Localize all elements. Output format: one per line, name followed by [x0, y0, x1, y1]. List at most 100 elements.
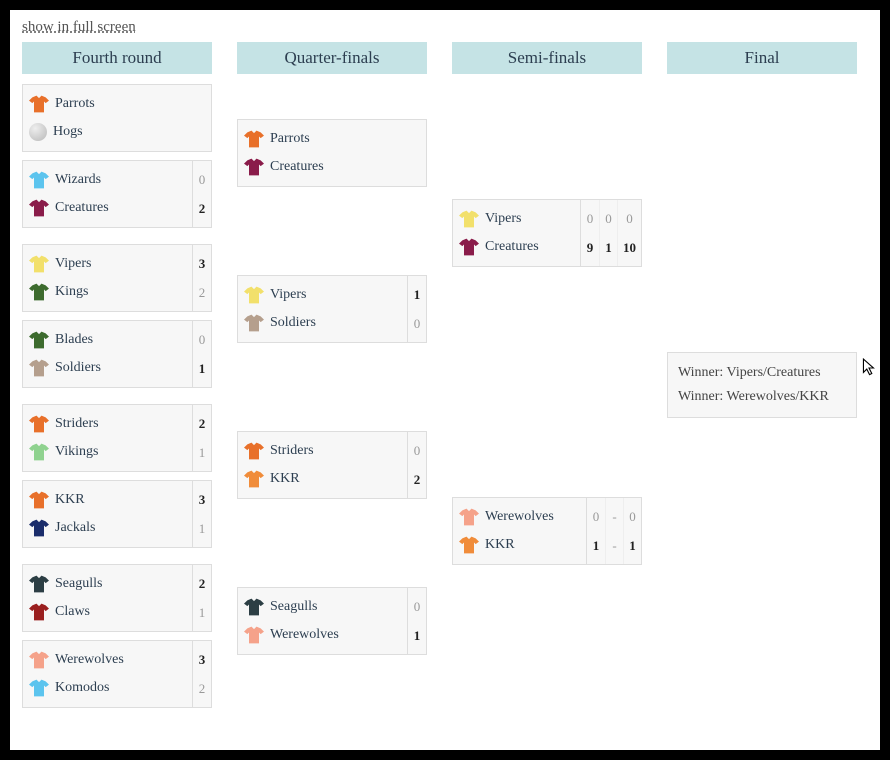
- team-row[interactable]: Werewolves: [459, 503, 580, 531]
- team-row[interactable]: Seagulls: [29, 570, 186, 598]
- team-row[interactable]: Werewolves: [29, 646, 186, 674]
- scores: 0 9 0 1 0 10: [580, 200, 641, 266]
- team-row[interactable]: KKR: [459, 531, 580, 559]
- score-col: 0 1: [623, 498, 641, 564]
- team-row[interactable]: KKR: [244, 465, 401, 493]
- team-name: Parrots: [270, 131, 310, 147]
- col-fourth-round: Fourth round Parrots Hogs Wizards Creatur…: [22, 42, 212, 724]
- jersey-icon: [244, 598, 264, 616]
- round-header: Fourth round: [22, 42, 212, 74]
- jersey-icon: [244, 286, 264, 304]
- team-name: KKR: [55, 492, 85, 508]
- score-col: 0 1: [599, 200, 617, 266]
- team-row[interactable]: Werewolves: [244, 621, 401, 649]
- match-card[interactable]: Striders KKR 0 2: [237, 431, 427, 499]
- team-name: KKR: [270, 471, 300, 487]
- score-col: 2 1: [193, 405, 211, 471]
- score-col: 0 9: [581, 200, 599, 266]
- team-row[interactable]: Striders: [29, 410, 186, 438]
- match-card[interactable]: Werewolves Komodos 3 2: [22, 640, 212, 708]
- jersey-icon: [244, 130, 264, 148]
- jersey-icon: [459, 210, 479, 228]
- round-header: Semi-finals: [452, 42, 642, 74]
- team-name: Creatures: [55, 200, 109, 216]
- jersey-icon: [29, 199, 49, 217]
- team-row[interactable]: Creatures: [29, 194, 186, 222]
- team-name: Werewolves: [485, 509, 554, 525]
- score-col: - -: [605, 498, 623, 564]
- team-row[interactable]: Vipers: [29, 250, 186, 278]
- team-row[interactable]: Vipers: [459, 205, 574, 233]
- jersey-icon: [459, 536, 479, 554]
- jersey-icon: [29, 491, 49, 509]
- round-header: Final: [667, 42, 857, 74]
- match-card[interactable]: Blades Soldiers 0 1: [22, 320, 212, 388]
- jersey-icon: [29, 603, 49, 621]
- score-col: 3 1: [193, 481, 211, 547]
- team-name: Werewolves: [270, 627, 339, 643]
- scores: 1 0: [407, 276, 426, 342]
- fullscreen-link[interactable]: show in full screen: [22, 19, 136, 36]
- match-card[interactable]: Parrots Hogs: [22, 84, 212, 152]
- team-name: KKR: [485, 537, 515, 553]
- match-card[interactable]: Werewolves KKR 0 1 - - 0 1: [452, 497, 642, 565]
- team-row[interactable]: Soldiers: [29, 354, 186, 382]
- score-col: 0 1: [408, 588, 426, 654]
- score-col: 0 1: [193, 321, 211, 387]
- scores: 0 1: [192, 321, 211, 387]
- team-row[interactable]: Kings: [29, 278, 186, 306]
- score-col: 1 0: [408, 276, 426, 342]
- jersey-icon: [29, 331, 49, 349]
- final-box[interactable]: Winner: Vipers/Creatures Winner: Werewol…: [667, 352, 857, 418]
- match-card[interactable]: Parrots Creatures: [237, 119, 427, 187]
- team-name: Hogs: [53, 124, 83, 140]
- jersey-icon: [459, 508, 479, 526]
- team-name: Vipers: [55, 256, 91, 272]
- team-row[interactable]: Komodos: [29, 674, 186, 702]
- team-row[interactable]: Wizards: [29, 166, 186, 194]
- jersey-icon: [244, 158, 264, 176]
- score-col: 0 2: [408, 432, 426, 498]
- jersey-icon: [29, 679, 49, 697]
- team-row[interactable]: Parrots: [29, 90, 205, 118]
- scores: 0 2: [407, 432, 426, 498]
- team-name: Parrots: [55, 96, 95, 112]
- team-row[interactable]: Vipers: [244, 281, 401, 309]
- team-row[interactable]: Creatures: [459, 233, 574, 261]
- jersey-icon: [29, 283, 49, 301]
- team-row[interactable]: KKR: [29, 486, 186, 514]
- match-card[interactable]: Vipers Soldiers 1 0: [237, 275, 427, 343]
- jersey-icon: [29, 95, 49, 113]
- match-card[interactable]: Striders Vikings 2 1: [22, 404, 212, 472]
- match-card[interactable]: Vipers Creatures 0 9 0 1 0 10: [452, 199, 642, 267]
- match-card[interactable]: Seagulls Claws 2 1: [22, 564, 212, 632]
- team-row[interactable]: Soldiers: [244, 309, 401, 337]
- jersey-icon: [29, 575, 49, 593]
- match-card[interactable]: Vipers Kings 3 2: [22, 244, 212, 312]
- team-row[interactable]: Hogs: [29, 118, 205, 146]
- scores: 2 1: [192, 565, 211, 631]
- team-row[interactable]: Jackals: [29, 514, 186, 542]
- team-name: Claws: [55, 604, 90, 620]
- score-col: 2 1: [193, 565, 211, 631]
- team-row[interactable]: Parrots: [244, 125, 420, 153]
- score-col: 0 2: [193, 161, 211, 227]
- match-card[interactable]: Wizards Creatures 0 2: [22, 160, 212, 228]
- team-row[interactable]: Seagulls: [244, 593, 401, 621]
- team-row[interactable]: Striders: [244, 437, 401, 465]
- score-col: 3 2: [193, 641, 211, 707]
- ball-icon: [29, 123, 47, 141]
- scores: 0 1 - - 0 1: [586, 498, 641, 564]
- jersey-icon: [244, 470, 264, 488]
- col-final: Final Winner: Vipers/Creatures Winner: W…: [667, 42, 857, 724]
- jersey-icon: [29, 171, 49, 189]
- team-name: Vipers: [270, 287, 306, 303]
- jersey-icon: [29, 443, 49, 461]
- team-name: Werewolves: [55, 652, 124, 668]
- team-row[interactable]: Vikings: [29, 438, 186, 466]
- team-row[interactable]: Claws: [29, 598, 186, 626]
- match-card[interactable]: KKR Jackals 3 1: [22, 480, 212, 548]
- match-card[interactable]: Seagulls Werewolves 0 1: [237, 587, 427, 655]
- team-row[interactable]: Blades: [29, 326, 186, 354]
- team-row[interactable]: Creatures: [244, 153, 420, 181]
